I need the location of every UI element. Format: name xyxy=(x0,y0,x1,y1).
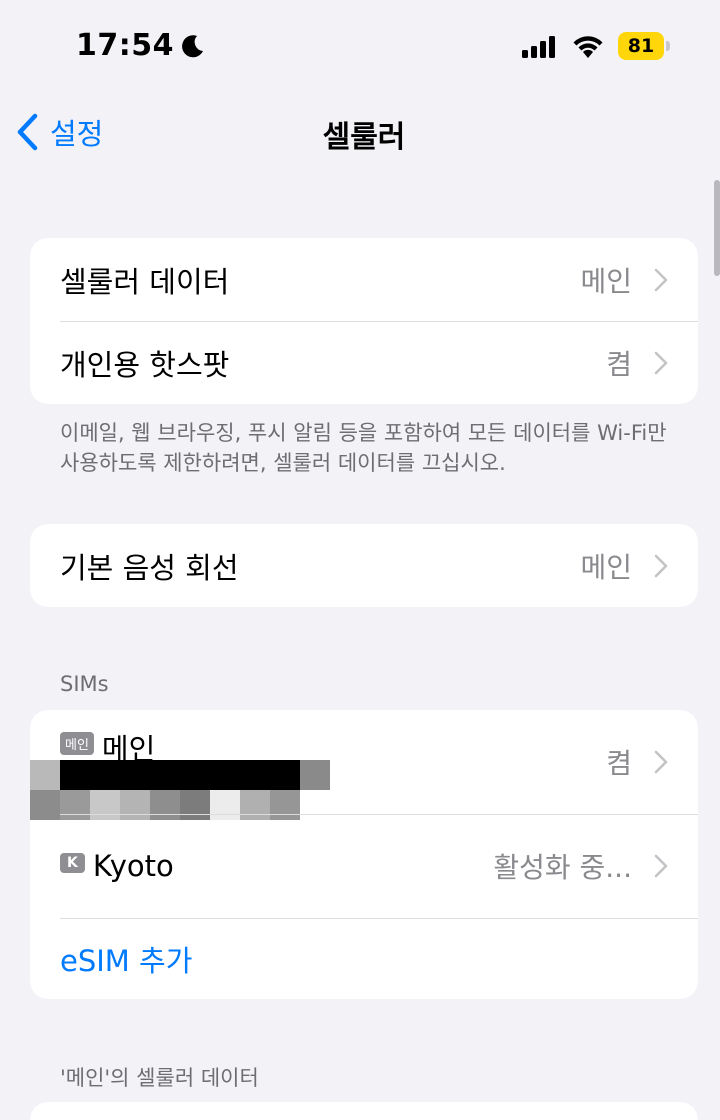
cellular-data-footer: 이메일, 웹 브라우징, 푸시 알림 등을 포함하여 모든 데이터를 Wi-Fi… xyxy=(60,421,667,475)
add-esim-button[interactable]: eSIM 추가 xyxy=(30,918,698,999)
row-cellular-data[interactable]: 셀룰러 데이터 메인 xyxy=(30,238,698,321)
data-section-header: '메인'의 셀룰러 데이터 xyxy=(60,1066,259,1090)
sim-badge: 메인 xyxy=(60,731,94,755)
cellular-settings-group: 셀룰러 데이터 메인 개인용 핫스팟 켬 xyxy=(30,238,698,404)
row-label: 기본 음성 회선 xyxy=(60,550,239,585)
page-title: 셀룰러 xyxy=(322,120,406,155)
chevron-right-icon xyxy=(654,351,668,374)
voice-line-group: 기본 음성 회선 메인 xyxy=(30,524,698,607)
row-default-voice-line[interactable]: 기본 음성 회선 메인 xyxy=(30,524,698,607)
row-sim-kyoto[interactable]: K Kyoto 활성화 중... xyxy=(30,814,698,918)
chevron-right-icon xyxy=(654,268,668,291)
row-value: 활성화 중... xyxy=(493,851,632,884)
redacted-phone-number xyxy=(30,760,330,820)
sim-name: Kyoto xyxy=(92,849,174,883)
add-esim-label: eSIM 추가 xyxy=(60,943,193,978)
moon-icon xyxy=(182,34,203,57)
sim-badge: K xyxy=(60,853,85,873)
sims-group: 메인 메인 켬 K Kyoto 활성화 중... eSIM 추가 xyxy=(30,710,698,999)
scroll-indicator[interactable] xyxy=(714,180,720,276)
battery-tip xyxy=(666,41,670,51)
row-value: 켬 xyxy=(606,347,632,381)
chevron-right-icon xyxy=(654,854,668,878)
row-value: 메인 xyxy=(580,264,632,298)
screen: 17:54 81 설정 셀룰러 셀룰러 데이터 메인 개인용 핫스팟 켬 이메일… xyxy=(0,0,720,1120)
chevron-right-icon xyxy=(654,554,668,577)
battery-level: 81 xyxy=(618,32,664,60)
chevron-right-icon xyxy=(654,750,668,774)
row-personal-hotspot[interactable]: 개인용 핫스팟 켬 xyxy=(30,321,698,404)
row-value: 켬 xyxy=(606,747,632,780)
wifi-icon xyxy=(573,36,603,58)
row-sim-main[interactable]: 메인 메인 켬 xyxy=(30,710,698,820)
sim-title: K Kyoto xyxy=(60,849,174,883)
status-bar: 17:54 81 xyxy=(0,0,720,92)
row-value: 메인 xyxy=(580,550,632,584)
row-label: 개인용 핫스팟 xyxy=(60,347,230,382)
row-label: 셀룰러 데이터 xyxy=(60,264,230,299)
data-usage-group xyxy=(30,1102,698,1120)
battery-indicator: 81 xyxy=(618,32,670,60)
cellular-signal-icon xyxy=(522,36,555,58)
status-time-wrap: 17:54 xyxy=(76,28,206,63)
sims-section-header: SIMs xyxy=(60,672,109,696)
nav-bar: 설정 셀룰러 xyxy=(0,96,720,168)
status-time: 17:54 xyxy=(76,28,174,63)
